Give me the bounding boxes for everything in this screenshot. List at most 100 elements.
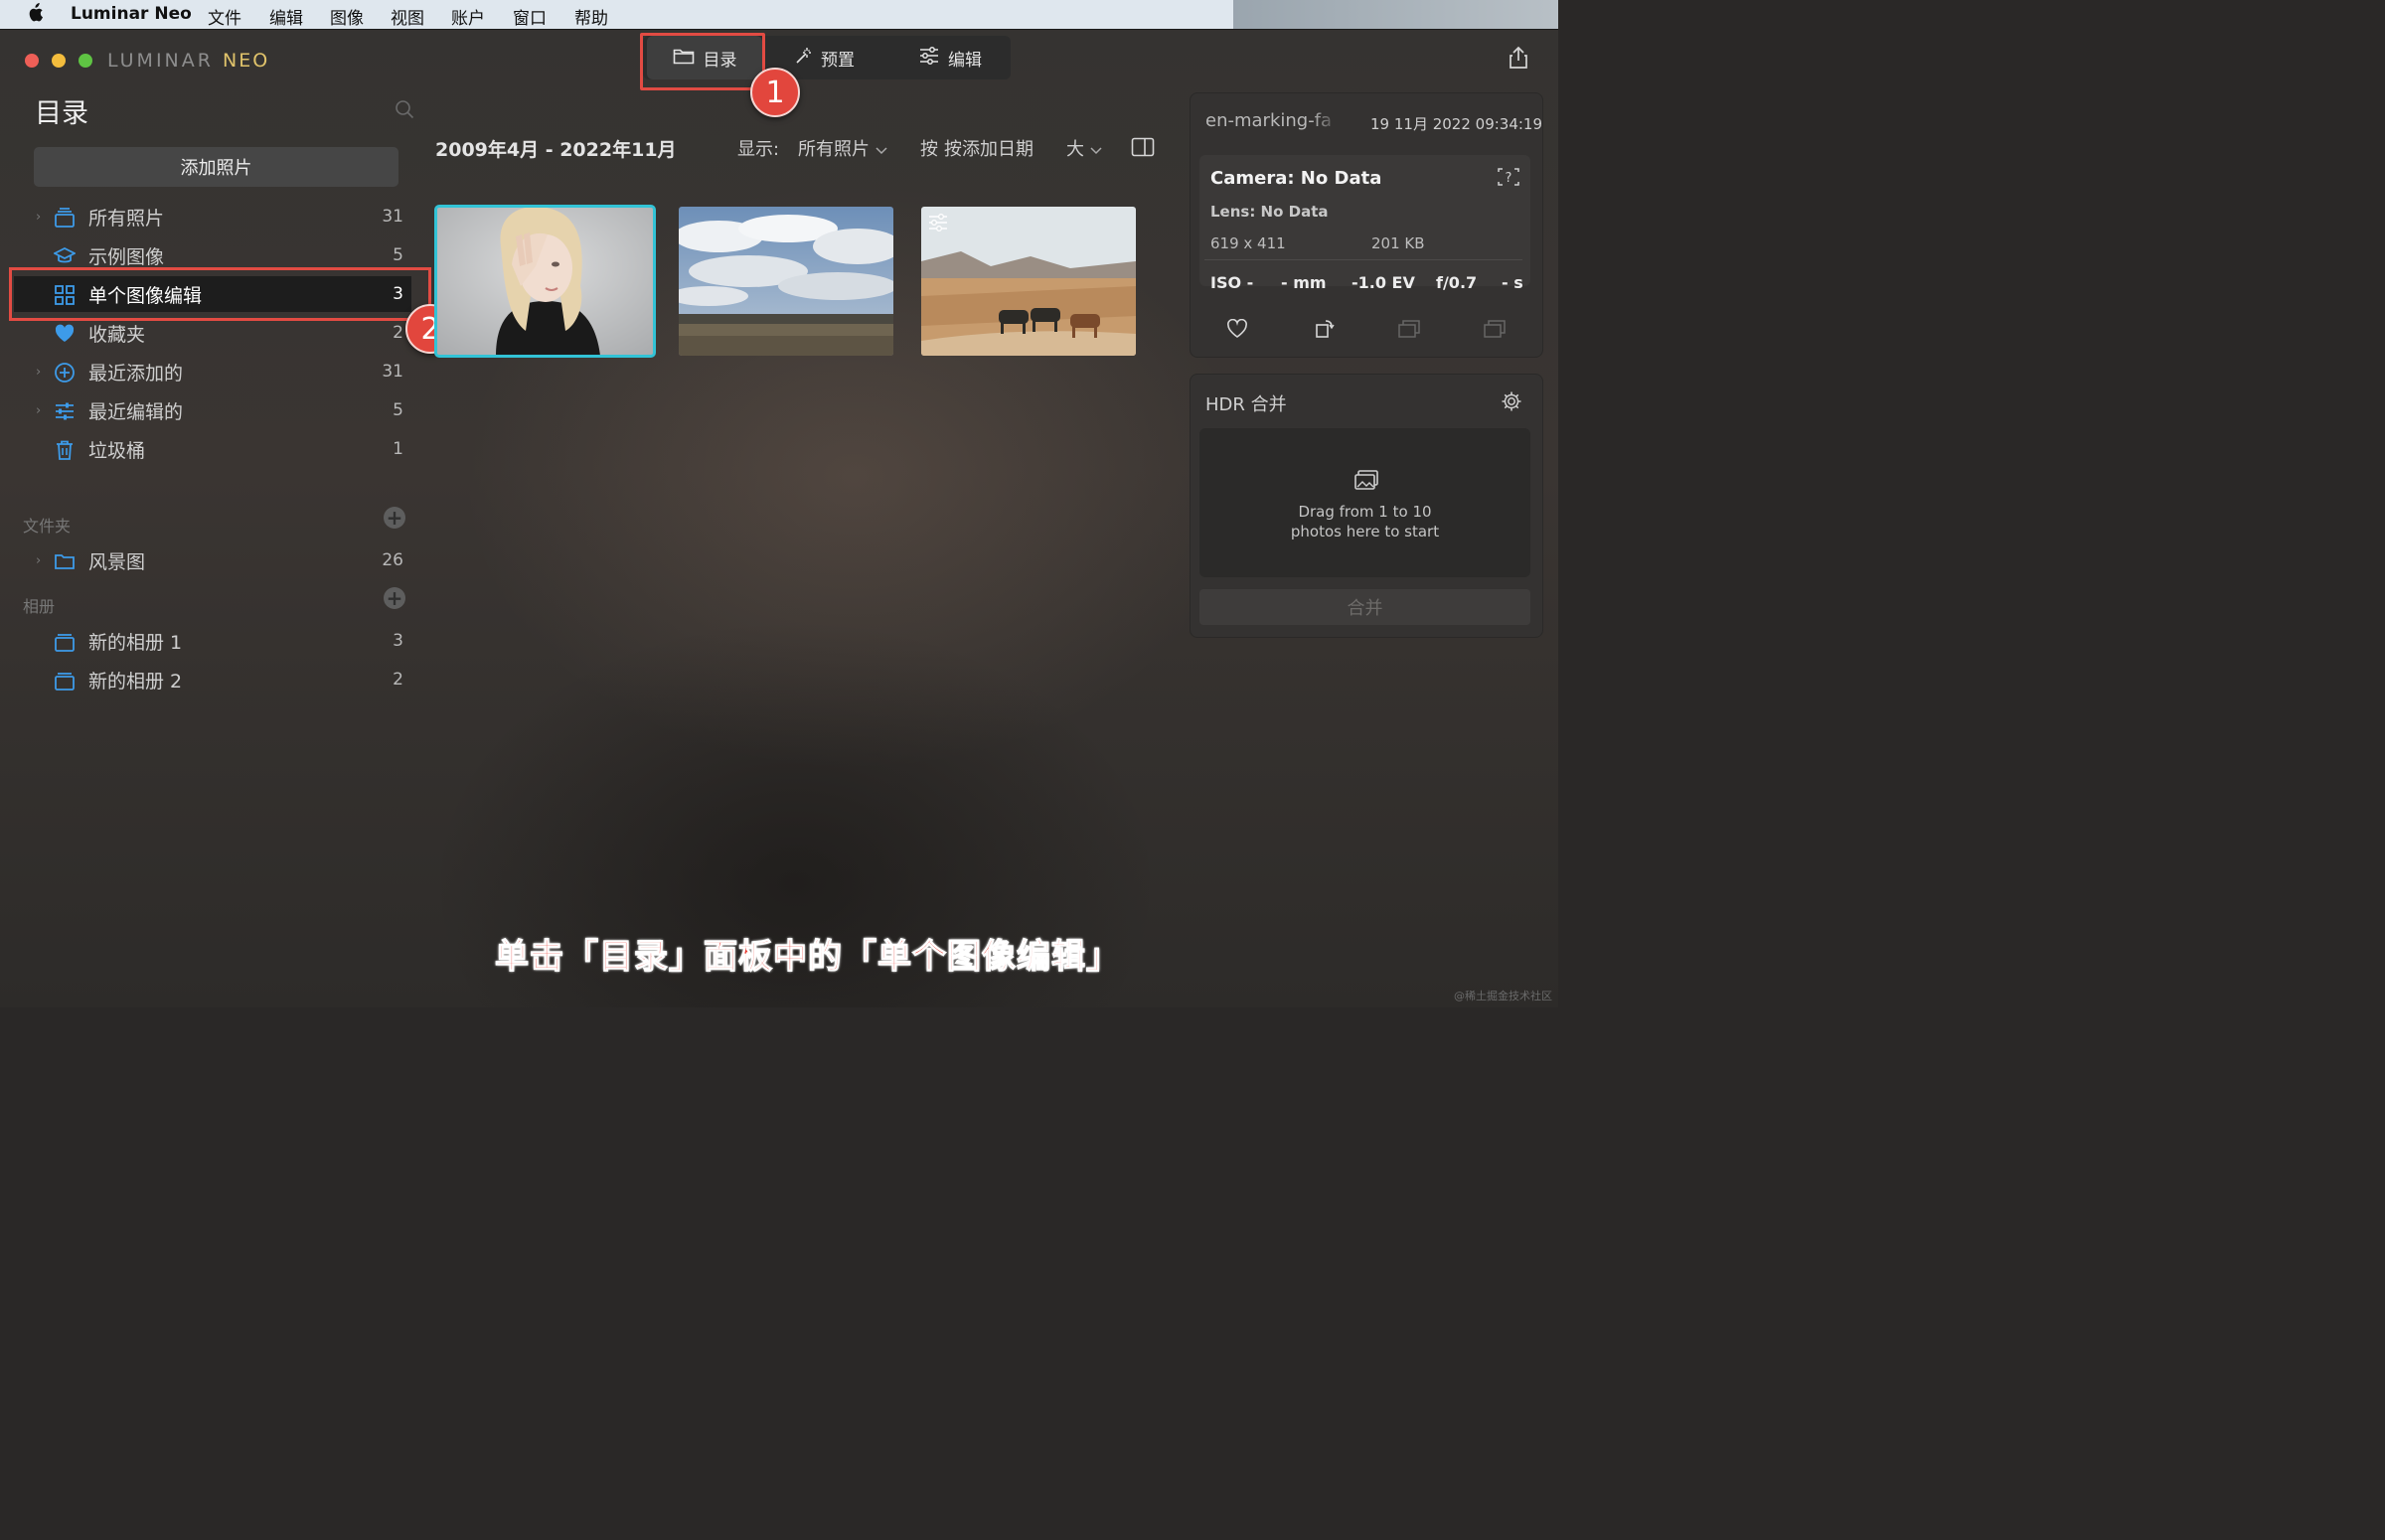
toggle-panel-icon[interactable] (1131, 137, 1155, 162)
file-name: en-marking-fa (1205, 110, 1333, 131)
favorite-heart-icon[interactable] (1226, 318, 1248, 343)
sidebar-title: 目录 (35, 98, 88, 129)
menu-help[interactable]: 帮助 (574, 4, 608, 29)
sort-label: 按 (920, 139, 938, 160)
sidebar-item-all-photos[interactable]: › 所有照片 31 (14, 199, 411, 234)
logo-luminar-text: LUMINAR (107, 50, 223, 72)
sidebar-item-count: 5 (393, 245, 403, 265)
tutorial-caption: 单击「目录」面板中的「单个图像编辑」 (494, 936, 1121, 977)
desktop-wallpaper (1233, 0, 1558, 29)
svg-text:?: ? (1506, 171, 1512, 186)
sidebar-item-label: 新的相册 2 (88, 670, 183, 693)
menu-file[interactable]: 文件 (208, 4, 241, 29)
menu-window[interactable]: 窗口 (513, 4, 547, 29)
sidebar-item-label: 风景图 (88, 550, 146, 573)
menu-app-name[interactable]: Luminar Neo (71, 4, 192, 24)
sidebar-item-label: 所有照片 (88, 207, 165, 230)
zoom-window-button[interactable] (79, 54, 92, 68)
thumbnail-cloudy-sky-landscape[interactable] (679, 207, 893, 356)
close-window-button[interactable] (25, 54, 39, 68)
thumbnail-portrait-woman[interactable] (434, 205, 656, 358)
sidebar-item-label: 新的相册 1 (88, 631, 183, 654)
merge-button[interactable]: 合并 (1199, 589, 1530, 625)
annotation-badge-1: 1 (750, 68, 800, 117)
copy-adjustments-icon[interactable] (1397, 319, 1421, 343)
chevron-right-icon[interactable]: › (36, 553, 41, 568)
sidebar-item-recently-added[interactable]: › 最近添加的 31 (14, 354, 411, 389)
chevron-down-icon (1090, 139, 1102, 160)
exposure-value: -1.0 EV (1352, 273, 1415, 292)
hdr-drop-hint-line1: Drag from 1 to 10 (1298, 503, 1432, 521)
thumbnail-size-dropdown[interactable]: 大 (1066, 135, 1102, 161)
tab-presets[interactable]: 预置 (794, 36, 855, 79)
albums-section-title: 相册 (23, 597, 56, 616)
add-folder-button[interactable]: + (384, 507, 405, 529)
sliders-icon (919, 46, 939, 70)
gear-icon[interactable] (1501, 390, 1522, 416)
aperture-value: f/0.7 (1436, 273, 1478, 292)
iso-value: ISO - (1210, 273, 1254, 292)
sidebar-item-label: 收藏夹 (88, 323, 146, 346)
hdr-panel-title: HDR 合并 (1205, 394, 1287, 415)
menu-account[interactable]: 账户 (451, 4, 485, 29)
photos-stack-icon (54, 207, 76, 229)
paste-adjustments-icon[interactable] (1483, 319, 1507, 343)
help-question-icon[interactable]: ? (1497, 167, 1520, 191)
chevron-right-icon[interactable]: › (36, 365, 41, 380)
minimize-window-button[interactable] (52, 54, 66, 68)
menu-view[interactable]: 视图 (391, 4, 424, 29)
app-window: LUMINAR NEO 目录 预置 编辑 1 目录 添加照片 › 所有照片 31… (0, 29, 1558, 1007)
watermark: @稀土掘金技术社区 (1454, 990, 1552, 1002)
annotation-highlight-single-image-edits (9, 267, 431, 321)
luminar-neo-logo: LUMINAR NEO (107, 50, 269, 72)
annotation-highlight-catalog-tab (640, 33, 765, 90)
focal-length-value: - mm (1281, 273, 1327, 292)
sidebar-item-label: 最近添加的 (88, 362, 184, 385)
tab-edit-label: 编辑 (948, 50, 982, 71)
chevron-down-icon (875, 139, 887, 160)
camera-info: Camera: No Data (1210, 168, 1382, 189)
menu-edit[interactable]: 编辑 (269, 4, 303, 29)
show-filter-value: 所有照片 (798, 139, 870, 160)
magic-wand-icon (794, 47, 812, 70)
chevron-right-icon[interactable]: › (36, 210, 41, 225)
sidebar-item-count: 2 (393, 323, 403, 343)
sidebar-album-2[interactable]: 新的相册 2 2 (14, 662, 411, 697)
sidebar-item-count: 26 (382, 550, 403, 570)
sidebar-folder-landscapes[interactable]: › 风景图 26 (14, 542, 411, 578)
album-icon (54, 631, 76, 653)
sidebar-item-recently-edited[interactable]: › 最近编辑的 5 (14, 392, 411, 428)
plus-circle-icon (54, 362, 76, 384)
graduation-cap-icon (52, 245, 78, 267)
menu-bar: Luminar Neo 文件 编辑 图像 视图 账户 窗口 帮助 (0, 0, 1558, 29)
exif-divider (1204, 259, 1522, 260)
sidebar-item-trash[interactable]: 垃圾桶 1 (14, 431, 411, 467)
sidebar-album-1[interactable]: 新的相册 1 3 (14, 623, 411, 659)
sidebar-item-count: 2 (393, 670, 403, 690)
add-album-button[interactable]: + (384, 587, 405, 609)
rotate-icon[interactable] (1314, 317, 1336, 343)
sidebar-item-label: 最近编辑的 (88, 400, 184, 423)
sidebar-item-count: 3 (393, 631, 403, 651)
album-icon (54, 670, 76, 692)
search-icon[interactable] (395, 99, 414, 123)
image-dimensions: 619 x 411 (1210, 234, 1286, 252)
show-filter-dropdown[interactable]: 所有照片 (798, 135, 887, 161)
chevron-right-icon[interactable]: › (36, 403, 41, 418)
sidebar-item-count: 31 (382, 362, 403, 382)
thumbnail-size-value: 大 (1066, 139, 1084, 160)
show-filter-label: 显示: (737, 139, 780, 160)
menu-image[interactable]: 图像 (330, 4, 364, 29)
tab-edit[interactable]: 编辑 (919, 36, 982, 79)
lens-info: Lens: No Data (1210, 203, 1329, 221)
add-photos-button[interactable]: 添加照片 (34, 147, 398, 187)
date-range-label: 2009年4月 - 2022年11月 (435, 139, 677, 161)
apple-logo-icon[interactable] (26, 3, 44, 28)
photos-icon (1353, 469, 1379, 495)
sidebar-item-count: 5 (393, 400, 403, 420)
share-icon[interactable] (1508, 46, 1529, 74)
sidebar-item-count: 31 (382, 207, 403, 227)
hdr-drop-hint-line2: photos here to start (1290, 523, 1440, 540)
thumbnail-desert-cows[interactable] (921, 207, 1136, 356)
sort-dropdown[interactable]: 按添加日期 (944, 135, 1034, 161)
